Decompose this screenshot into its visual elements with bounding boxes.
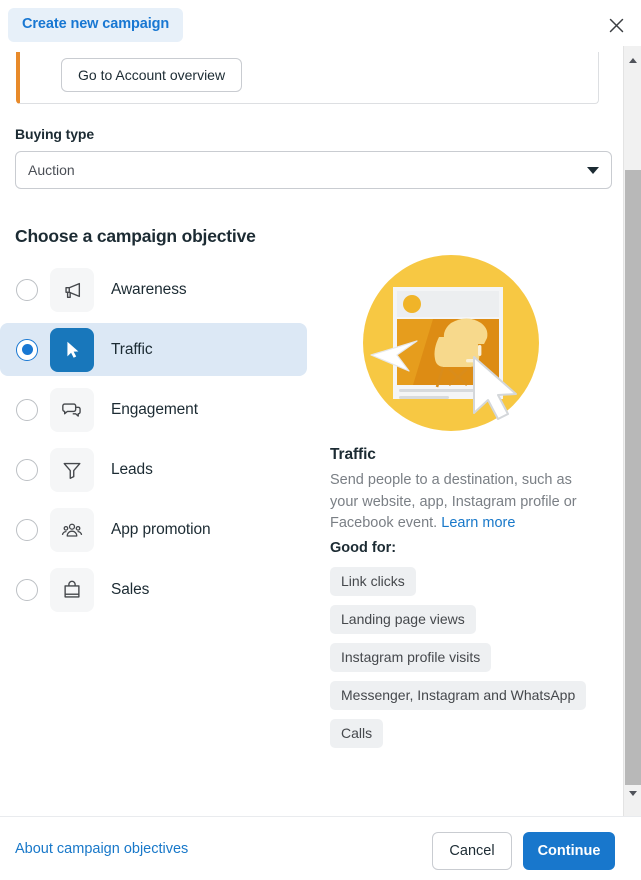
objective-label: Leads [111,460,153,478]
objective-row-app-promotion[interactable]: App promotion [0,503,310,556]
objective-label: Engagement [111,400,198,418]
objective-label: Awareness [111,280,187,298]
detail-description: Send people to a destination, such as yo… [330,470,596,535]
cancel-button[interactable]: Cancel [432,832,512,870]
good-for-chip: Link clicks [330,567,416,596]
about-campaign-objectives-link[interactable]: About campaign objectives [15,841,188,857]
objective-row-traffic[interactable]: Traffic [0,323,307,376]
radio-sales[interactable] [16,578,38,601]
go-to-account-overview-button[interactable]: Go to Account overview [61,58,243,92]
traffic-illustration [361,253,541,433]
good-for-chip: Instagram profile visits [330,643,492,672]
scroll-up-arrow-icon[interactable] [624,52,641,69]
dialog-header: Create new campaign [0,0,641,46]
buying-type-select[interactable]: Auction [15,151,612,189]
account-alert-card: Go to Account overview [16,52,599,104]
objective-label: Traffic [111,340,153,358]
buying-type-label: Buying type [15,126,95,142]
good-for-chip: Calls [330,719,384,748]
shopping-bag-icon [50,567,94,612]
good-for-title: Good for: [330,540,397,556]
close-button[interactable] [603,12,629,38]
dialog-footer: About campaign objectives Cancel Continu… [0,816,641,880]
tab-create-new-campaign[interactable]: Create new campaign [8,8,184,42]
people-group-icon [50,507,94,552]
objective-row-sales[interactable]: Sales [0,563,310,616]
dialog-body: Go to Account overview Buying type Aucti… [0,46,623,816]
continue-button[interactable]: Continue [523,832,615,870]
chevron-down-icon [587,166,599,174]
speech-bubbles-icon [50,387,94,432]
megaphone-icon [50,267,94,312]
objective-row-awareness[interactable]: Awareness [0,263,310,316]
scroll-down-arrow-icon[interactable] [624,785,641,802]
learn-more-link[interactable]: Learn more [441,515,515,531]
close-icon [609,18,624,33]
objective-label: Sales [111,580,150,598]
create-campaign-dialog: Create new campaign Go to Account overvi… [0,0,641,880]
funnel-icon [50,447,94,492]
good-for-chip: Messenger, Instagram and WhatsApp [330,681,587,710]
radio-app-promotion[interactable] [16,518,38,541]
buying-type-value: Auction [28,162,75,178]
objective-list: Awareness Traffic Engagement Leads App p… [0,263,310,623]
radio-engagement[interactable] [16,398,38,421]
detail-title: Traffic [330,446,376,463]
objective-label: App promotion [111,520,211,538]
vertical-scrollbar[interactable] [623,46,641,816]
objective-row-engagement[interactable]: Engagement [0,383,310,436]
radio-awareness[interactable] [16,278,38,301]
page-title: Choose a campaign objective [15,226,256,246]
radio-traffic[interactable] [16,338,38,361]
good-for-chip-list: Link clicks Landing page views Instagram… [330,567,606,757]
cursor-arrow-icon [50,327,94,372]
radio-leads[interactable] [16,458,38,481]
objective-row-leads[interactable]: Leads [0,443,310,496]
scrollbar-thumb[interactable] [625,170,641,790]
good-for-chip: Landing page views [330,605,476,634]
